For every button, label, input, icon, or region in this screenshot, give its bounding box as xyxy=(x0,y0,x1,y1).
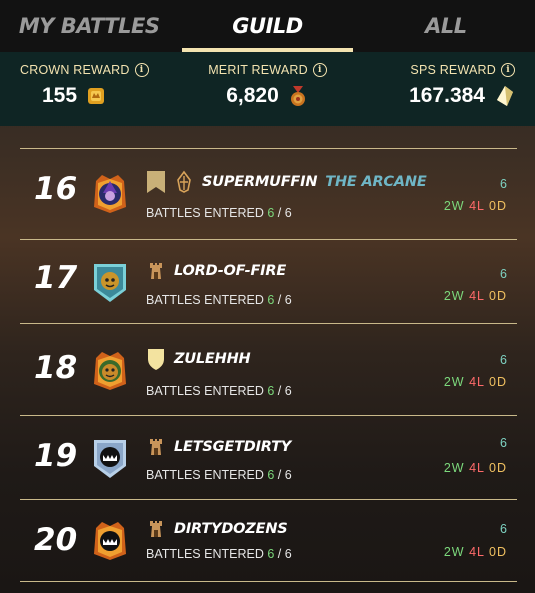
rank-number: 16 xyxy=(34,171,78,207)
sps-reward: SPS REWARD i 167.384 xyxy=(350,52,535,126)
sps-reward-label: SPS REWARD xyxy=(410,63,496,77)
battles-entered: BATTLES ENTERED 6 / 6 xyxy=(146,206,292,220)
rank-number: 17 xyxy=(34,260,78,296)
battles-entered: BATTLES ENTERED 6 / 6 xyxy=(146,384,292,398)
crown-reward-value: 155 xyxy=(42,84,78,107)
leaderboard-row[interactable]: 18 ZULEHHH BATTLES ENTERED 6 / 6 6 2W 4L… xyxy=(20,324,517,416)
crown-reward: CROWN REWARD i 155 xyxy=(0,52,185,126)
rank-number: 18 xyxy=(34,350,78,386)
score-value: 6 xyxy=(500,436,507,450)
win-loss-draw: 2W 4L 0D xyxy=(443,199,507,213)
battles-entered: BATTLES ENTERED 6 / 6 xyxy=(146,293,292,307)
info-icon[interactable]: i xyxy=(312,63,327,77)
battles-entered: BATTLES ENTERED 6 / 6 xyxy=(146,468,292,482)
player-title: THE ARCANE xyxy=(325,174,427,190)
player-name[interactable]: SUPERMUFFIN xyxy=(202,174,317,190)
banner-icon xyxy=(147,171,165,193)
tower-icon xyxy=(150,263,162,279)
merit-reward: MERIT REWARD i 6,820 xyxy=(185,52,350,126)
player-name[interactable]: LETSGETDIRTY xyxy=(174,439,291,455)
reward-summary: CROWN REWARD i 155 MERIT REWARD i 6,820 xyxy=(0,52,535,126)
leaderboard-row[interactable]: 19 LETSGETDIRTY BATTLES ENTERED 6 / 6 6 … xyxy=(20,416,517,500)
merit-medal-icon xyxy=(290,86,305,106)
tab-all[interactable]: ALL xyxy=(357,0,535,52)
player-name[interactable]: ZULEHHH xyxy=(174,351,251,367)
leaderboard-row[interactable]: 17 LORD-OF-FIRE BATTLES ENTERED 6 / 6 6 … xyxy=(20,240,517,324)
player-name[interactable]: DIRTYDOZENS xyxy=(174,521,288,537)
tab-my-battles[interactable]: MY BATTLES xyxy=(0,0,178,52)
guild-crest-icon xyxy=(177,170,191,193)
monster-avatar[interactable] xyxy=(90,436,130,480)
win-loss-draw: 2W 4L 0D xyxy=(443,375,507,389)
rank-number: 20 xyxy=(34,522,78,558)
sps-crystal-icon xyxy=(497,86,513,106)
info-icon[interactable]: i xyxy=(501,63,515,77)
info-icon[interactable]: i xyxy=(134,63,149,77)
tab-guild[interactable]: GUILD xyxy=(178,0,356,52)
win-loss-draw: 2W 4L 0D xyxy=(443,461,507,475)
merit-reward-value: 6,820 xyxy=(226,84,279,107)
merit-reward-label: MERIT REWARD xyxy=(208,63,308,77)
shield-icon xyxy=(148,349,164,370)
score-value: 6 xyxy=(500,522,507,536)
crown-reward-label: CROWN REWARD xyxy=(20,63,130,77)
guild-leaderboard: 16 SUPERMUFFIN THE ARCANE BATTLES ENTERE… xyxy=(20,148,517,582)
win-loss-draw: 2W 4L 0D xyxy=(443,545,507,559)
player-name[interactable]: LORD-OF-FIRE xyxy=(174,263,286,279)
sps-reward-value: 167.384 xyxy=(409,84,485,107)
tab-bar: MY BATTLES GUILD ALL xyxy=(0,0,535,52)
tower-icon xyxy=(150,439,162,455)
wizard-avatar[interactable] xyxy=(90,171,130,215)
win-loss-draw: 2W 4L 0D xyxy=(443,289,507,303)
goblin-avatar[interactable] xyxy=(90,260,130,304)
battles-entered: BATTLES ENTERED 6 / 6 xyxy=(146,547,292,561)
monster-gold-avatar[interactable] xyxy=(90,518,130,562)
score-value: 6 xyxy=(500,267,507,281)
score-value: 6 xyxy=(500,353,507,367)
rank-number: 19 xyxy=(34,438,78,474)
pumpkin-avatar[interactable] xyxy=(90,348,130,392)
score-value: 6 xyxy=(500,177,507,191)
leaderboard-row[interactable]: 16 SUPERMUFFIN THE ARCANE BATTLES ENTERE… xyxy=(20,149,517,240)
crown-token-icon xyxy=(88,88,105,104)
tower-icon xyxy=(150,521,162,537)
leaderboard-row[interactable]: 20 DIRTYDOZENS BATTLES ENTERED 6 / 6 6 2… xyxy=(20,500,517,582)
